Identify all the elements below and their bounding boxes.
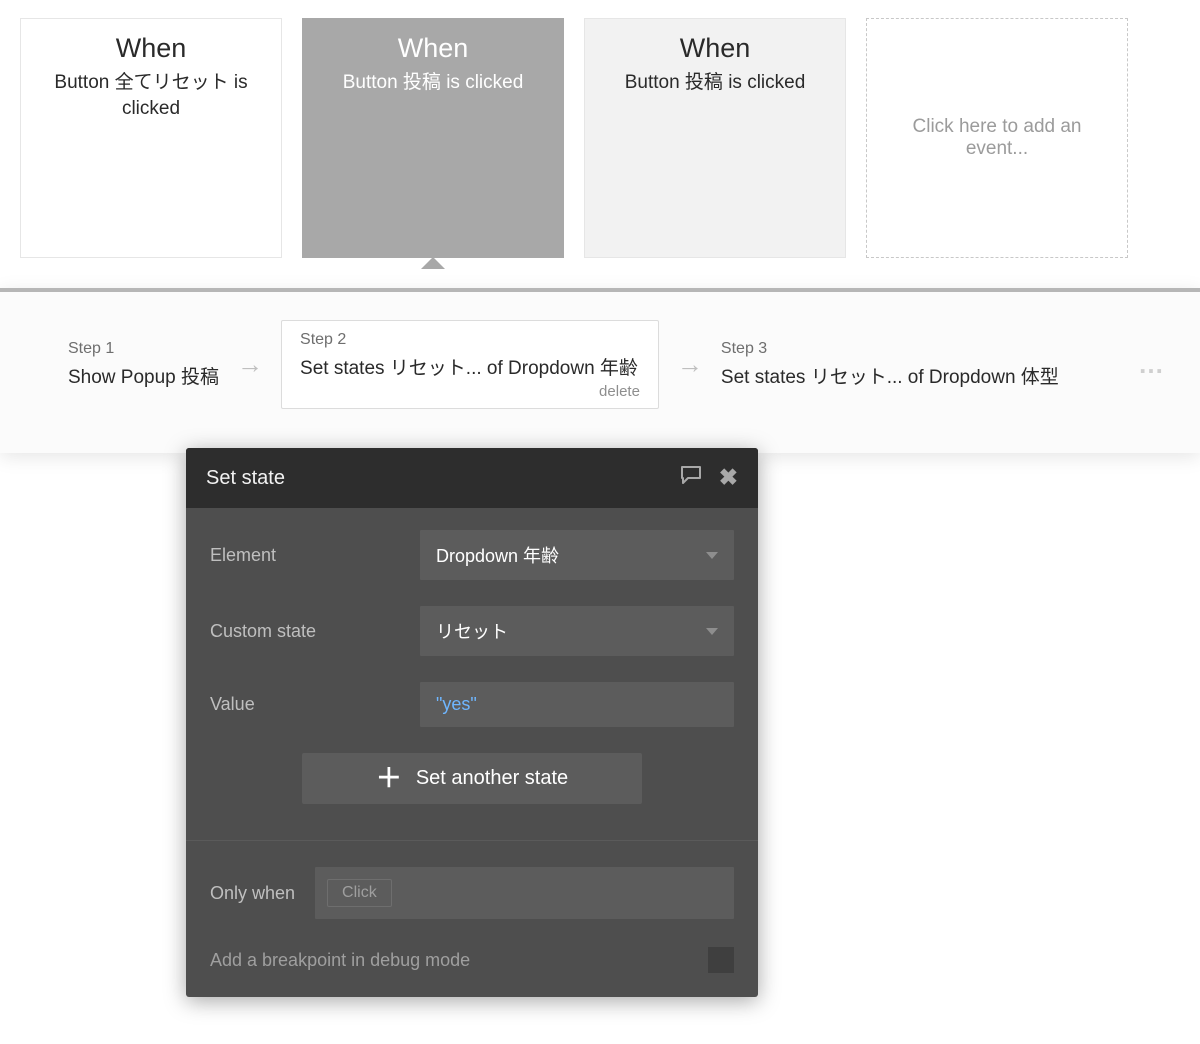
divider [186,840,758,841]
event-card-selected[interactable]: When Button 投稿 is clicked [302,18,564,258]
event-title: When [37,33,265,64]
field-row-custom-state: Custom state リセット [210,606,734,656]
event-title: When [601,33,829,64]
step-label: Step 3 [721,340,1059,358]
event-card[interactable]: When Button 全てリセット is clicked [20,18,282,258]
step-label: Step 2 [300,331,638,349]
workflow-step-selected[interactable]: Step 2 Set states リセット... of Dropdown 年齢… [281,320,659,409]
set-another-state-button[interactable]: ＋ Set another state [302,753,642,804]
breakpoint-checkbox[interactable] [708,947,734,973]
value-expression-input[interactable]: "yes" [420,682,734,727]
panel-title: Set state [206,467,285,490]
field-label: Value [210,694,420,715]
add-event-card[interactable]: Click here to add an event... [866,18,1128,258]
panel-header[interactable]: Set state ✖ [186,448,758,508]
event-description: Button 投稿 is clicked [319,70,547,96]
field-row-value: Value "yes" [210,682,734,727]
breakpoint-label: Add a breakpoint in debug mode [210,950,470,971]
button-label: Set another state [416,767,568,790]
field-row-only-when: Only when Click [210,867,734,919]
only-when-input[interactable]: Click [315,867,734,919]
plus-icon: ＋ [376,771,402,787]
close-icon[interactable]: ✖ [719,464,738,492]
arrow-right-icon: → [677,349,703,380]
step-text: Set states リセット... of Dropdown 年齢 [300,353,638,380]
dropdown-value: Dropdown 年齢 [436,542,559,568]
step-text: Set states リセット... of Dropdown 体型 [721,362,1059,389]
workflow-events-row: When Button 全てリセット is clicked When Butto… [0,0,1200,258]
delete-step-link[interactable]: delete [599,383,640,400]
element-dropdown[interactable]: Dropdown 年齢 [420,530,734,580]
field-row-element: Element Dropdown 年齢 [210,530,734,580]
more-steps-icon: … [1138,349,1164,380]
step-label: Step 1 [68,340,219,358]
dropdown-value: リセット [436,618,508,644]
event-card[interactable]: When Button 投稿 is clicked [584,18,846,258]
field-label: Element [210,545,420,566]
add-event-placeholder: Click here to add an event... [897,116,1097,160]
event-title: When [319,33,547,64]
workflow-step[interactable]: Step 1 Show Popup 投稿 [68,340,219,389]
step-text: Show Popup 投稿 [68,362,219,389]
chevron-down-icon [706,628,718,635]
action-property-panel: Set state ✖ Element Dropdown 年齢 Custom s… [186,448,758,997]
comment-icon[interactable] [679,464,703,492]
event-description: Button 全てリセット is clicked [37,70,265,121]
field-label: Custom state [210,621,420,642]
arrow-right-icon: → [237,349,263,380]
chevron-down-icon [706,552,718,559]
custom-state-dropdown[interactable]: リセット [420,606,734,656]
workflow-steps-bar: Step 1 Show Popup 投稿 → Step 2 Set states… [0,288,1200,453]
panel-body: Element Dropdown 年齢 Custom state リセット Va… [186,508,758,997]
event-description: Button 投稿 is clicked [601,70,829,96]
workflow-step[interactable]: Step 3 Set states リセット... of Dropdown 体型 [721,340,1059,389]
breakpoint-row: Add a breakpoint in debug mode [210,947,734,973]
placeholder-chip: Click [327,879,392,907]
expression-text: "yes" [436,694,477,715]
field-label: Only when [210,883,295,904]
